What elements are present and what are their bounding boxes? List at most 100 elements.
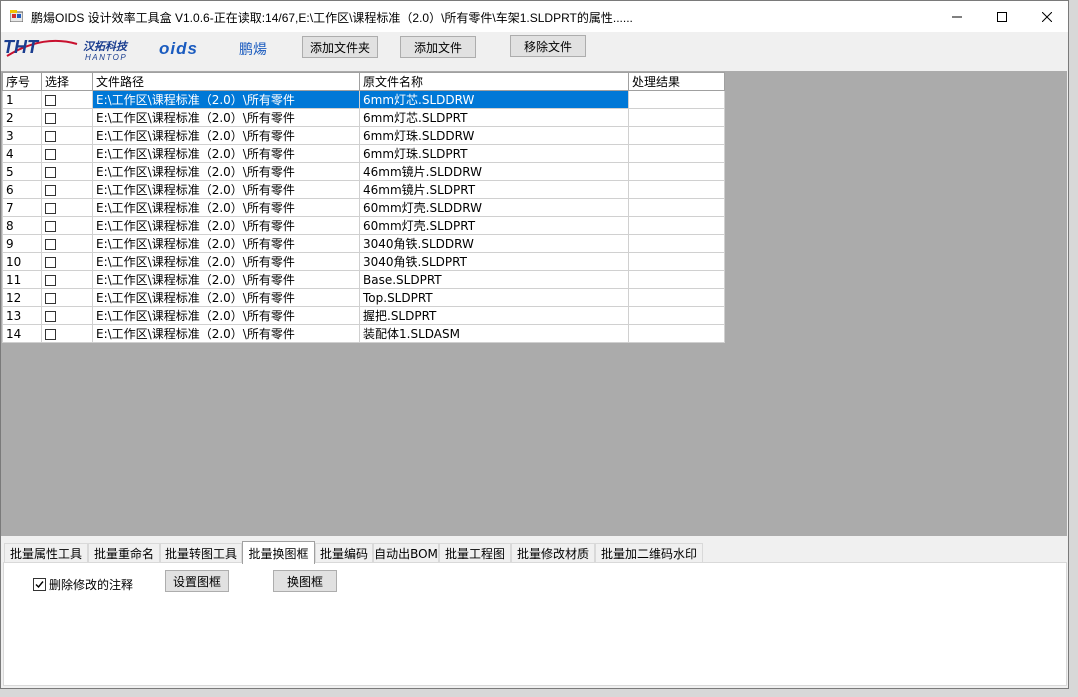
- add-file-button[interactable]: 添加文件: [400, 36, 476, 58]
- cell-select[interactable]: [41, 216, 93, 235]
- cell-no[interactable]: 4: [2, 144, 42, 163]
- row-checkbox[interactable]: [45, 148, 56, 160]
- swap-frame-button[interactable]: 换图框: [273, 570, 337, 592]
- cell-result[interactable]: [628, 162, 725, 181]
- cell-select[interactable]: [41, 90, 93, 109]
- row-checkbox[interactable]: [45, 328, 56, 340]
- row-checkbox[interactable]: [45, 94, 56, 106]
- close-button[interactable]: [1024, 1, 1070, 32]
- table-row[interactable]: 3 E:\工作区\课程标准（2.0）\所有零件 6mm灯珠.SLDDRW: [2, 126, 725, 145]
- cell-result[interactable]: [628, 306, 725, 325]
- cell-no[interactable]: 5: [2, 162, 42, 181]
- cell-filename[interactable]: 6mm灯芯.SLDPRT: [359, 108, 629, 127]
- cell-no[interactable]: 1: [2, 90, 42, 109]
- cell-filename[interactable]: 握把.SLDPRT: [359, 306, 629, 325]
- cell-path[interactable]: E:\工作区\课程标准（2.0）\所有零件: [92, 216, 360, 235]
- table-row[interactable]: 7 E:\工作区\课程标准（2.0）\所有零件 60mm灯壳.SLDDRW: [2, 198, 725, 217]
- minimize-button[interactable]: [934, 1, 980, 32]
- cell-result[interactable]: [628, 324, 725, 343]
- cell-path[interactable]: E:\工作区\课程标准（2.0）\所有零件: [92, 162, 360, 181]
- cell-no[interactable]: 12: [2, 288, 42, 307]
- checkbox-checked[interactable]: [33, 578, 46, 591]
- cell-path[interactable]: E:\工作区\课程标准（2.0）\所有零件: [92, 270, 360, 289]
- cell-select[interactable]: [41, 288, 93, 307]
- row-checkbox[interactable]: [45, 310, 56, 322]
- cell-filename[interactable]: 60mm灯壳.SLDPRT: [359, 216, 629, 235]
- cell-filename[interactable]: Top.SLDPRT: [359, 288, 629, 307]
- cell-filename[interactable]: 3040角铁.SLDDRW: [359, 234, 629, 253]
- title-bar[interactable]: 鹏煬OIDS 设计效率工具盒 V1.0.6-正在读取:14/67,E:\工作区\…: [1, 1, 1068, 32]
- cell-result[interactable]: [628, 198, 725, 217]
- row-checkbox[interactable]: [45, 166, 56, 178]
- cell-result[interactable]: [628, 108, 725, 127]
- cell-no[interactable]: 8: [2, 216, 42, 235]
- table-row[interactable]: 9 E:\工作区\课程标准（2.0）\所有零件 3040角铁.SLDDRW: [2, 234, 725, 253]
- tab-7[interactable]: 批量工程图: [439, 543, 511, 563]
- cell-filename[interactable]: 46mm镜片.SLDDRW: [359, 162, 629, 181]
- cell-no[interactable]: 6: [2, 180, 42, 199]
- cell-no[interactable]: 9: [2, 234, 42, 253]
- table-row[interactable]: 14 E:\工作区\课程标准（2.0）\所有零件 装配体1.SLDASM: [2, 324, 725, 343]
- cell-path[interactable]: E:\工作区\课程标准（2.0）\所有零件: [92, 306, 360, 325]
- table-row[interactable]: 4 E:\工作区\课程标准（2.0）\所有零件 6mm灯珠.SLDPRT: [2, 144, 725, 163]
- row-checkbox[interactable]: [45, 292, 56, 304]
- row-checkbox[interactable]: [45, 220, 56, 232]
- file-grid-area[interactable]: 序号 选择 文件路径 原文件名称 处理结果 1 E:\工作区\课程标准（2.0）\…: [1, 71, 1067, 536]
- header-result[interactable]: 处理结果: [628, 72, 725, 91]
- cell-result[interactable]: [628, 252, 725, 271]
- cell-path[interactable]: E:\工作区\课程标准（2.0）\所有零件: [92, 324, 360, 343]
- cell-filename[interactable]: 6mm灯珠.SLDPRT: [359, 144, 629, 163]
- row-checkbox[interactable]: [45, 238, 56, 250]
- cell-result[interactable]: [628, 180, 725, 199]
- delete-notes-checkbox[interactable]: 删除修改的注释: [33, 576, 133, 593]
- cell-no[interactable]: 2: [2, 108, 42, 127]
- cell-result[interactable]: [628, 90, 725, 109]
- table-row[interactable]: 1 E:\工作区\课程标准（2.0）\所有零件 6mm灯芯.SLDDRW: [2, 90, 725, 109]
- cell-select[interactable]: [41, 108, 93, 127]
- cell-result[interactable]: [628, 144, 725, 163]
- cell-select[interactable]: [41, 162, 93, 181]
- add-folder-button[interactable]: 添加文件夹: [302, 36, 378, 58]
- cell-path[interactable]: E:\工作区\课程标准（2.0）\所有零件: [92, 288, 360, 307]
- tab-9[interactable]: 批量加二维码水印: [595, 543, 703, 563]
- cell-filename[interactable]: Base.SLDPRT: [359, 270, 629, 289]
- cell-no[interactable]: 7: [2, 198, 42, 217]
- cell-result[interactable]: [628, 126, 725, 145]
- table-row[interactable]: 5 E:\工作区\课程标准（2.0）\所有零件 46mm镜片.SLDDRW: [2, 162, 725, 181]
- table-row[interactable]: 8 E:\工作区\课程标准（2.0）\所有零件 60mm灯壳.SLDPRT: [2, 216, 725, 235]
- cell-select[interactable]: [41, 252, 93, 271]
- cell-result[interactable]: [628, 234, 725, 253]
- table-row[interactable]: 11 E:\工作区\课程标准（2.0）\所有零件 Base.SLDPRT: [2, 270, 725, 289]
- row-checkbox[interactable]: [45, 112, 56, 124]
- cell-select[interactable]: [41, 144, 93, 163]
- tab-6[interactable]: 自动出BOM: [373, 543, 439, 563]
- tab-3[interactable]: 批量转图工具: [160, 543, 242, 563]
- cell-filename[interactable]: 6mm灯芯.SLDDRW: [359, 90, 629, 109]
- row-checkbox[interactable]: [45, 130, 56, 142]
- maximize-button[interactable]: [979, 1, 1025, 32]
- row-checkbox[interactable]: [45, 184, 56, 196]
- table-row[interactable]: 10 E:\工作区\课程标准（2.0）\所有零件 3040角铁.SLDPRT: [2, 252, 725, 271]
- cell-result[interactable]: [628, 288, 725, 307]
- table-row[interactable]: 6 E:\工作区\课程标准（2.0）\所有零件 46mm镜片.SLDPRT: [2, 180, 725, 199]
- remove-file-button[interactable]: 移除文件: [510, 35, 586, 57]
- tab-4[interactable]: 批量换图框: [242, 541, 315, 564]
- cell-filename[interactable]: 装配体1.SLDASM: [359, 324, 629, 343]
- cell-select[interactable]: [41, 234, 93, 253]
- cell-path[interactable]: E:\工作区\课程标准（2.0）\所有零件: [92, 252, 360, 271]
- cell-select[interactable]: [41, 198, 93, 217]
- set-frame-button[interactable]: 设置图框: [165, 570, 229, 592]
- row-checkbox[interactable]: [45, 274, 56, 286]
- tab-1[interactable]: 批量属性工具: [4, 543, 88, 563]
- cell-filename[interactable]: 46mm镜片.SLDPRT: [359, 180, 629, 199]
- cell-path[interactable]: E:\工作区\课程标准（2.0）\所有零件: [92, 234, 360, 253]
- cell-path[interactable]: E:\工作区\课程标准（2.0）\所有零件: [92, 126, 360, 145]
- table-row[interactable]: 2 E:\工作区\课程标准（2.0）\所有零件 6mm灯芯.SLDPRT: [2, 108, 725, 127]
- table-row[interactable]: 13 E:\工作区\课程标准（2.0）\所有零件 握把.SLDPRT: [2, 306, 725, 325]
- row-checkbox[interactable]: [45, 202, 56, 214]
- cell-select[interactable]: [41, 180, 93, 199]
- header-path[interactable]: 文件路径: [92, 72, 360, 91]
- cell-select[interactable]: [41, 306, 93, 325]
- table-row[interactable]: 12 E:\工作区\课程标准（2.0）\所有零件 Top.SLDPRT: [2, 288, 725, 307]
- cell-result[interactable]: [628, 270, 725, 289]
